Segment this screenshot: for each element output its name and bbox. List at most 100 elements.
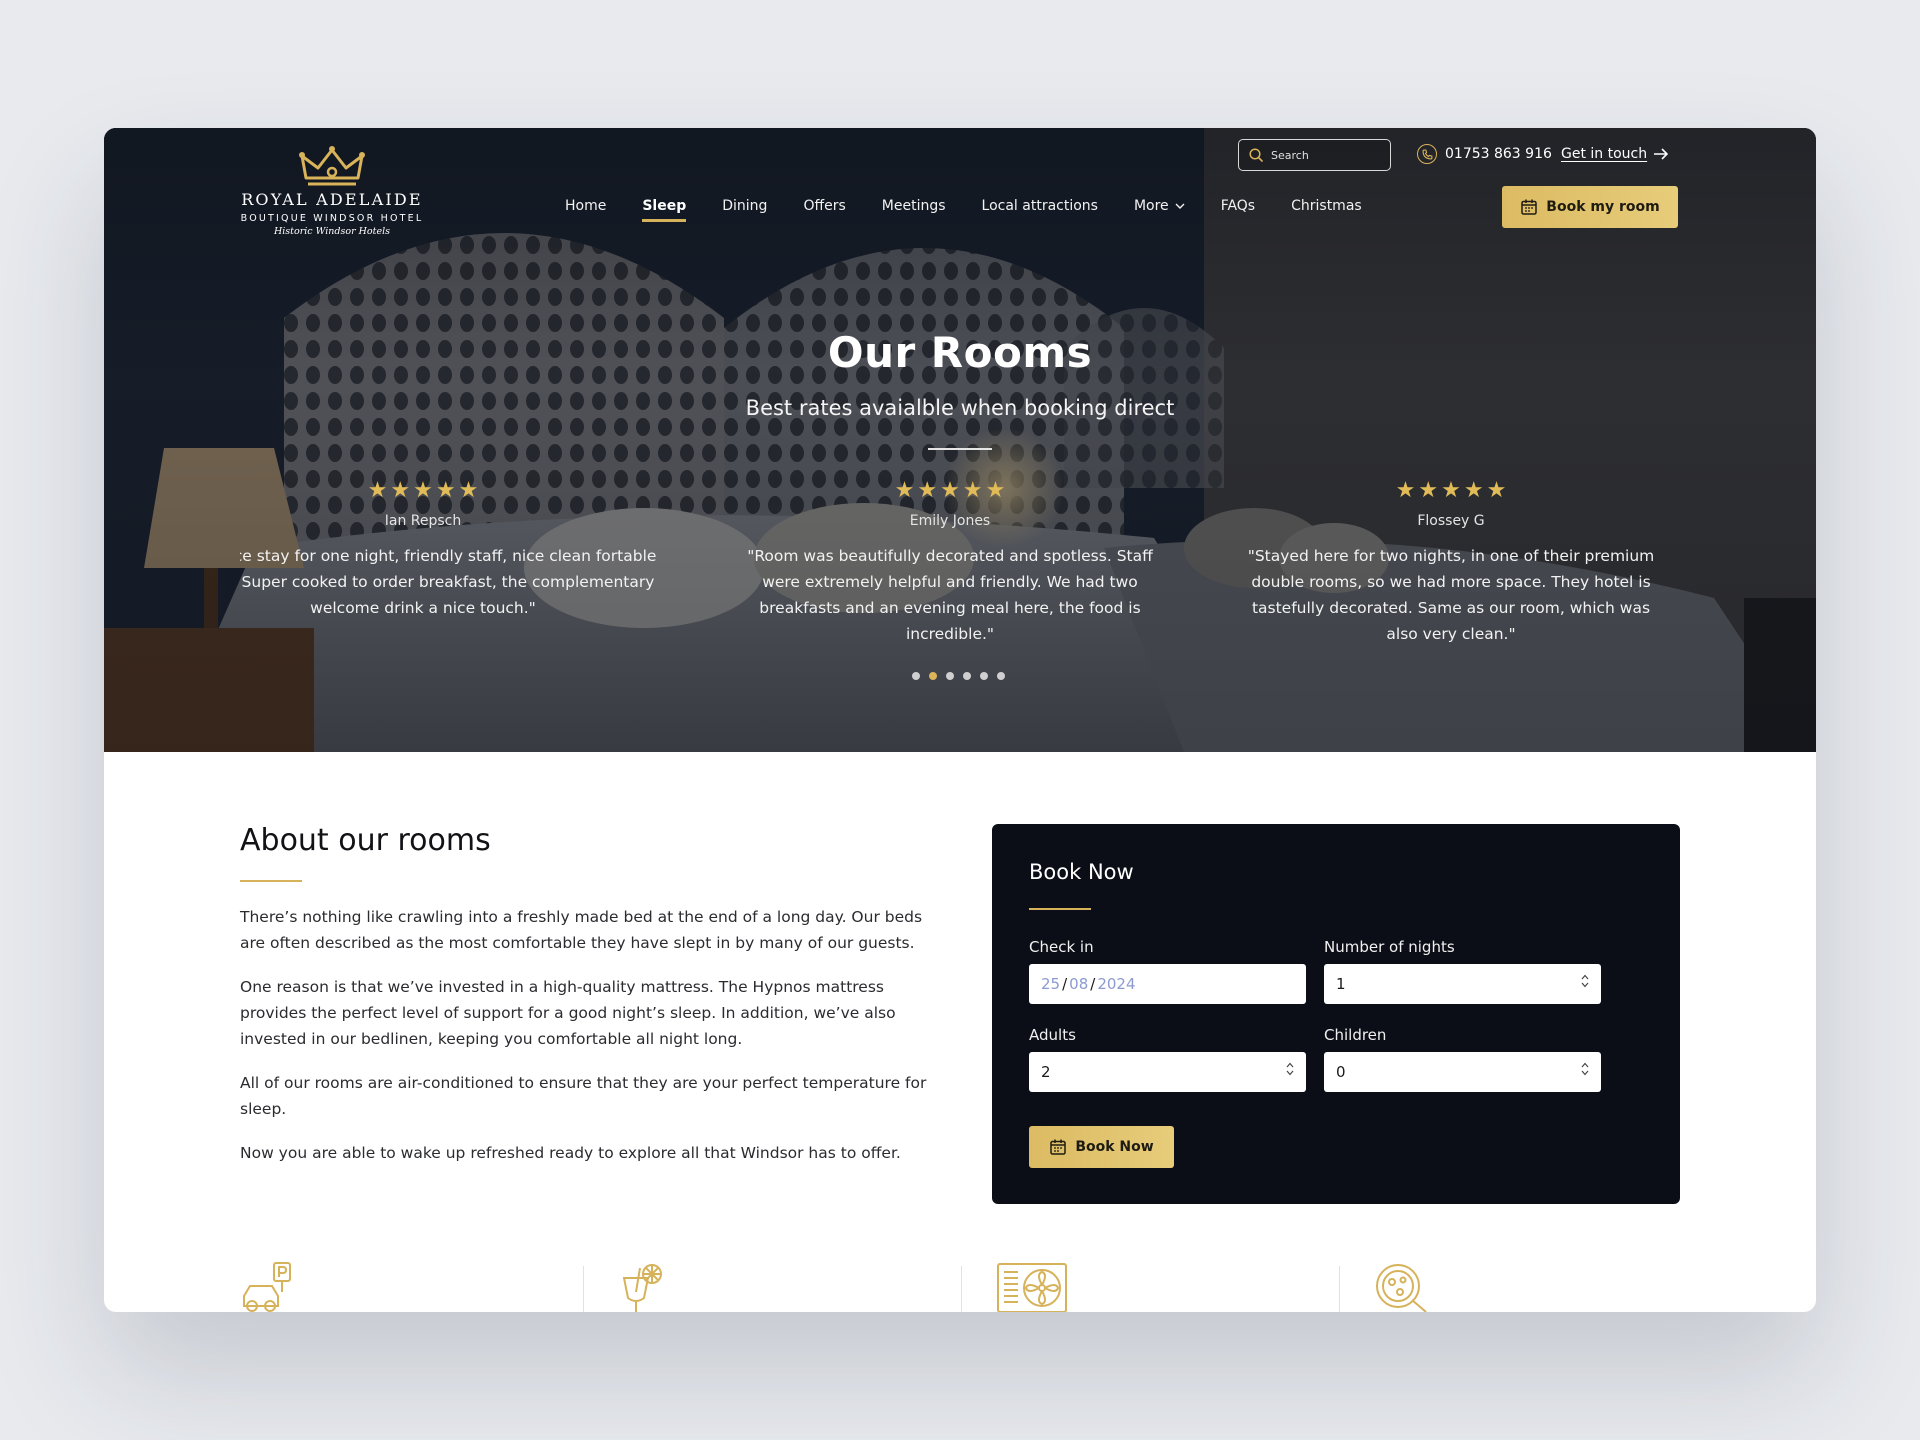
hero-divider: [928, 448, 992, 450]
booking-panel: Book Now Check in 25/08/2024 Number of n…: [992, 824, 1680, 1204]
hero-section: ROYAL ADELAIDE BOUTIQUE WINDSOR HOTEL Hi…: [104, 128, 1816, 752]
star-icon: ★: [1463, 478, 1484, 503]
reviewer-name: Flossey G: [1417, 513, 1485, 529]
nights-label: Number of nights: [1324, 938, 1455, 956]
carousel-dot[interactable]: [912, 672, 920, 680]
star-rating: ★ ★ ★ ★ ★: [740, 478, 1160, 503]
phone-number: 01753 863 916: [1445, 146, 1552, 162]
star-icon: ★: [917, 478, 938, 503]
about-divider: [240, 880, 302, 882]
star-icon: ★: [1418, 478, 1439, 503]
star-icon: ★: [940, 478, 960, 503]
arrow-right-icon: [1654, 148, 1669, 160]
phone-icon: [1417, 144, 1437, 164]
star-icon: ★: [985, 478, 1006, 503]
review-card: ★ ★ ★ ★ ★ Emily Jones "Room was beautifully …: [740, 478, 1160, 647]
crown-icon: [299, 146, 365, 186]
reviewer-name: Ian Repsch: [384, 513, 462, 529]
search-input[interactable]: [1271, 148, 1371, 162]
star-rating: ★ ★ ★ ★ ★: [240, 478, 660, 503]
about-paragraph: Now you are able to wake up refreshed re…: [240, 1144, 901, 1162]
carousel-dot[interactable]: [963, 672, 971, 680]
browser-frame: ROYAL ADELAIDE BOUTIQUE WINDSOR HOTEL Hi…: [104, 128, 1816, 1312]
star-icon: ★: [390, 478, 411, 503]
star-icon: ★: [435, 478, 456, 503]
star-icon: ★: [1441, 478, 1461, 503]
review-text: ery nice stay for one night, friendly st…: [240, 547, 657, 617]
adults-value: 2: [1041, 1063, 1051, 1081]
children-stepper[interactable]: 0: [1324, 1052, 1601, 1092]
hero-title: Our Rooms: [827, 328, 1093, 377]
nav-home[interactable]: Home: [565, 198, 606, 222]
phone-link[interactable]: 01753 863 916: [1417, 144, 1552, 164]
amenity-divider: [583, 1266, 584, 1312]
air-conditioning-icon: [997, 1263, 1067, 1312]
about-paragraph: One reason is that we’ve invested in a h…: [240, 978, 896, 1048]
children-value: 0: [1336, 1063, 1346, 1081]
get-in-touch-link[interactable]: Get in touch: [1561, 146, 1669, 162]
star-icon: ★: [1486, 478, 1507, 503]
book-my-room-button[interactable]: Book my room: [1502, 186, 1678, 228]
nav-more[interactable]: More: [1134, 198, 1185, 222]
children-label: Children: [1324, 1026, 1387, 1044]
brand-group: Historic Windsor Hotels: [273, 226, 390, 237]
star-icon: ★: [413, 478, 433, 503]
nights-value: 1: [1336, 975, 1346, 993]
review-card: ★ ★ ★ ★ ★ Flossey G "Stayed here for two nig…: [1241, 478, 1661, 647]
review-text: "Stayed here for two nights, in one of t…: [1247, 547, 1655, 643]
carousel-dot[interactable]: [980, 672, 988, 680]
about-section: About our rooms There’s nothing like cra…: [240, 823, 940, 1184]
book-now-label: Book Now: [1075, 1139, 1154, 1155]
star-icon: ★: [894, 478, 915, 503]
brand-logo[interactable]: ROYAL ADELAIDE BOUTIQUE WINDSOR HOTEL Hi…: [236, 144, 428, 237]
nav-offers[interactable]: Offers: [803, 198, 845, 222]
carousel-dot[interactable]: [946, 672, 954, 680]
get-in-touch-label: Get in touch: [1561, 146, 1648, 162]
stepper-arrows-icon[interactable]: [1581, 1062, 1589, 1076]
star-icon: ★: [962, 478, 983, 503]
review-text: "Room was beautifully decorated and spot…: [747, 547, 1153, 643]
amenity-divider: [961, 1266, 962, 1312]
chevron-down-icon: [1175, 203, 1185, 209]
star-icon: ★: [458, 478, 479, 503]
about-paragraph: There’s nothing like crawling into a fre…: [240, 908, 923, 952]
nav-sleep[interactable]: Sleep: [642, 198, 686, 222]
star-icon: ★: [1395, 478, 1416, 503]
nav-meetings[interactable]: Meetings: [882, 198, 946, 222]
carousel-dots: [912, 672, 1005, 680]
checkin-date-value: 25/08/2024: [1041, 975, 1136, 993]
reviewer-name: Emily Jones: [909, 513, 991, 529]
carousel-dot-active[interactable]: [929, 672, 937, 680]
adults-stepper[interactable]: 2: [1029, 1052, 1306, 1092]
cocktail-icon: [622, 1264, 662, 1312]
checkin-date-input[interactable]: 25/08/2024: [1029, 964, 1306, 1004]
review-card: ★★★★★ Ian Repsch ery nice stay for one n…: [240, 478, 660, 621]
search-box[interactable]: [1238, 139, 1391, 171]
stepper-arrows-icon[interactable]: [1581, 974, 1589, 988]
checkin-year: 2024: [1097, 975, 1136, 993]
hero-subtitle: Best rates avaialble when booking direct: [745, 396, 1175, 420]
booking-title: Book Now: [1029, 860, 1134, 884]
search-icon: [1249, 148, 1263, 162]
star-rating: ★ ★ ★ ★ ★: [1241, 478, 1661, 503]
nights-stepper[interactable]: 1: [1324, 964, 1601, 1004]
stepper-arrows-icon[interactable]: [1286, 1062, 1294, 1076]
calendar-icon: [1521, 199, 1538, 215]
brand-name: ROYAL ADELAIDE: [241, 190, 423, 209]
checkin-month: 08: [1069, 975, 1089, 993]
book-now-button[interactable]: Book Now: [1029, 1126, 1174, 1168]
nav-faqs[interactable]: FAQs: [1221, 198, 1255, 222]
nav-christmas[interactable]: Christmas: [1291, 198, 1362, 222]
amenity-divider: [1339, 1266, 1340, 1312]
calendar-icon: [1050, 1139, 1067, 1155]
nav-dining[interactable]: Dining: [722, 198, 767, 222]
main-nav: Home Sleep Dining Offers Meetings Local …: [565, 198, 1362, 222]
checkin-day: 25: [1041, 975, 1061, 993]
about-title: About our rooms: [240, 823, 491, 858]
review-card-clip: ★★★★★ Ian Repsch ery nice stay for one n…: [240, 478, 660, 648]
nav-local-attractions[interactable]: Local attractions: [982, 198, 1098, 222]
booking-divider: [1029, 908, 1091, 910]
star-icon: ★: [367, 478, 388, 503]
carousel-dot[interactable]: [997, 672, 1005, 680]
brand-tagline: BOUTIQUE WINDSOR HOTEL: [240, 213, 424, 224]
